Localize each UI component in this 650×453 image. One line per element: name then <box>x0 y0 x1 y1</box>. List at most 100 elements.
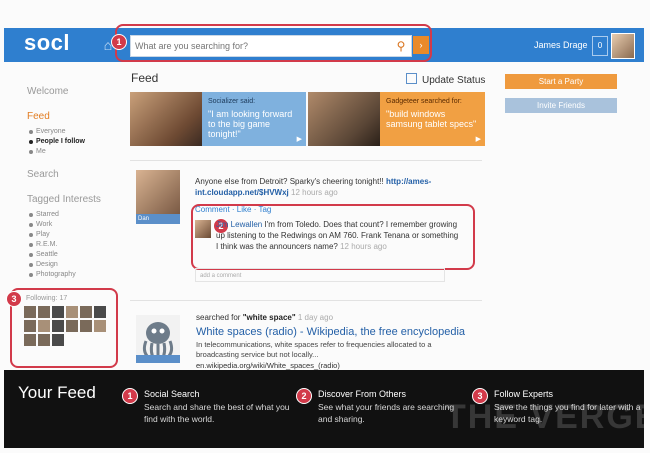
reply-author[interactable]: Jim Lewallen <box>216 220 262 229</box>
tag-label: R.E.M. <box>36 241 58 248</box>
avatar[interactable] <box>66 306 78 318</box>
avatar[interactable] <box>24 306 36 318</box>
bullet-icon <box>29 263 33 267</box>
reply-time: 12 hours ago <box>340 242 387 251</box>
bullet-icon <box>29 273 33 277</box>
divider <box>130 160 482 161</box>
bullet-icon <box>29 140 33 144</box>
search-label-prefix: searched for <box>196 313 241 322</box>
avatar[interactable] <box>52 320 64 332</box>
bullet-icon <box>29 130 33 134</box>
post-avatar[interactable] <box>136 170 180 214</box>
avatar[interactable] <box>80 320 92 332</box>
feature-title: Discover From Others <box>318 389 407 399</box>
marker-3: 3 <box>6 291 22 307</box>
sidebar-item-label: People I follow <box>36 138 86 145</box>
sidebar-feed[interactable]: Feed <box>27 111 112 122</box>
feed-banner-gadgeteer[interactable]: Gadgeteer searched for: "build windows s… <box>308 92 485 146</box>
play-icon: ▶ <box>475 136 481 143</box>
update-status-button[interactable]: Update Status <box>406 73 485 86</box>
search-time: 1 day ago <box>297 313 334 322</box>
search-highlight <box>115 24 432 62</box>
avatar[interactable] <box>94 306 106 318</box>
tag-starred[interactable]: Starred <box>29 211 112 218</box>
avatar[interactable] <box>24 334 36 346</box>
tag-label: Photography <box>36 271 76 278</box>
update-status-label: Update Status <box>422 75 486 86</box>
avatar[interactable] <box>80 306 92 318</box>
banner-text: "build windows samsung tablet specs" <box>386 109 477 129</box>
banner-photo <box>308 92 380 146</box>
feed-banner-socializer[interactable]: Socializer said: "I am looking forward t… <box>130 92 306 146</box>
octopus-icon <box>136 315 180 363</box>
avatar[interactable] <box>24 320 36 332</box>
banner-author: Gadgeteer searched for: <box>386 98 462 105</box>
user-avatar[interactable] <box>611 33 635 59</box>
footer-title: Your Feed <box>18 383 96 402</box>
socl-logo[interactable]: socl <box>24 30 70 56</box>
feature-title: Social Search <box>144 389 200 399</box>
feature-number: 2 <box>296 388 312 404</box>
tag-rem[interactable]: R.E.M. <box>29 241 112 248</box>
following-avatars <box>24 306 108 346</box>
invite-friends-button[interactable]: Invite Friends <box>505 98 617 113</box>
reply-avatar[interactable] <box>195 220 211 238</box>
sidebar-item-everyone[interactable]: Everyone <box>29 128 112 135</box>
tag-label: Work <box>36 221 53 228</box>
divider <box>130 300 482 301</box>
avatar[interactable] <box>38 306 50 318</box>
tag-seattle[interactable]: Seattle <box>29 251 112 258</box>
add-comment-input[interactable]: add a comment <box>195 268 445 282</box>
start-party-button[interactable]: Start a Party <box>505 74 617 89</box>
sidebar-item-me[interactable]: Me <box>29 148 112 155</box>
sidebar: Welcome Feed Everyone People I follow Me… <box>16 70 112 278</box>
sidebar-item-label: Me <box>36 148 46 155</box>
search-result-url[interactable]: en.wikipedia.org/wiki/White_spaces_(radi… <box>196 361 340 370</box>
avatar[interactable] <box>52 334 64 346</box>
marker-1: 1 <box>111 34 127 50</box>
page-title: Feed <box>131 71 159 85</box>
sidebar-tagged-interests: Tagged Interests <box>27 194 101 205</box>
tag-label: Design <box>36 261 58 268</box>
banner-photo <box>130 92 202 146</box>
bullet-icon <box>29 253 33 257</box>
feature-footer: Your Feed 1 Social Search Search and sha… <box>4 370 650 448</box>
bullet-icon <box>29 150 33 154</box>
screenshot-frame: socl ⌂ ⚲ › James Drage 0 1 Welcome Feed … <box>0 0 650 453</box>
user-name[interactable]: James Drage <box>534 40 588 50</box>
edit-icon <box>406 73 417 84</box>
search-result-title[interactable]: White spaces (radio) - Wikipedia, the fr… <box>196 326 465 338</box>
sidebar-item-label: Everyone <box>36 128 66 135</box>
search-result-label: searched for "white space" 1 day ago <box>196 313 333 322</box>
avatar[interactable] <box>52 306 64 318</box>
tag-design[interactable]: Design <box>29 261 112 268</box>
tag-label: Play <box>36 231 50 238</box>
verge-watermark: THE VERGE <box>445 398 650 436</box>
search-result-desc: In telecommunications, white spaces refe… <box>196 340 432 359</box>
sidebar-welcome[interactable]: Welcome <box>27 86 112 97</box>
notification-count[interactable]: 0 <box>592 36 608 56</box>
play-icon: ▶ <box>296 136 302 143</box>
sidebar-item-people-i-follow[interactable]: People I follow <box>29 138 112 145</box>
avatar[interactable] <box>38 320 50 332</box>
bullet-icon <box>29 233 33 237</box>
tag-photography[interactable]: Photography <box>29 271 112 278</box>
bullet-icon <box>29 243 33 247</box>
reply-text: Jim Lewallen I'm from Toledo. Does that … <box>216 219 461 252</box>
tag-label: Seattle <box>36 251 58 258</box>
feature-desc: Search and share the best of what you fi… <box>144 402 290 424</box>
post-avatar-name: Dan <box>136 214 180 224</box>
avatar[interactable] <box>94 320 106 332</box>
search-query[interactable]: "white space" <box>243 313 296 322</box>
tag-play[interactable]: Play <box>29 231 112 238</box>
tag-label: Starred <box>36 211 59 218</box>
avatar[interactable] <box>38 334 50 346</box>
star-icon <box>29 213 33 217</box>
post-time: 12 hours ago <box>291 188 338 197</box>
avatar[interactable] <box>66 320 78 332</box>
banner-text: "I am looking forward to the big game to… <box>208 109 293 139</box>
sidebar-search[interactable]: Search <box>27 169 112 180</box>
post-text: Anyone else from Detroit? Sparky's cheer… <box>195 176 445 198</box>
tag-work[interactable]: Work <box>29 221 112 228</box>
following-count[interactable]: Following: 17 <box>26 295 67 302</box>
